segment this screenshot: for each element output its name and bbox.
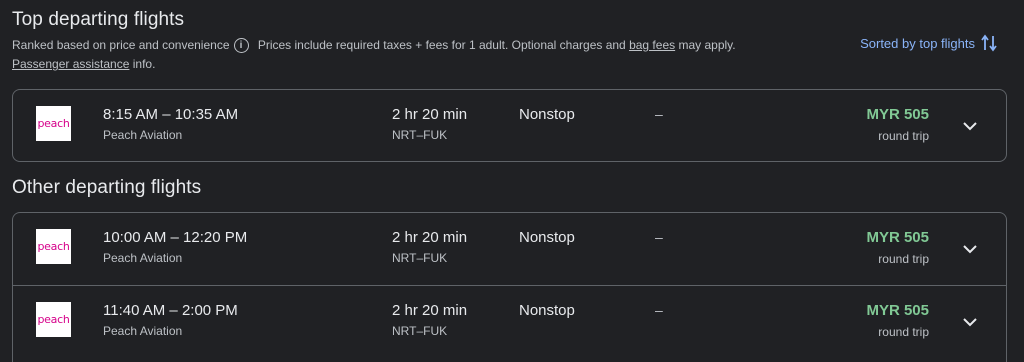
ranked-text: Ranked based on price and convenience [12,38,230,52]
emissions-value: – [655,229,663,245]
emissions-value: – [655,106,663,122]
flight-route: NRT–FUK [392,251,448,265]
sort-arrows-icon [981,34,997,52]
ranking-note: Ranked based on price and convenience i P… [12,38,736,54]
flight-stops: Nonstop [519,106,575,123]
chevron-down-icon[interactable] [958,114,982,138]
flight-duration: 2 hr 20 min [392,106,468,123]
flight-route: NRT–FUK [392,128,448,142]
flight-price: MYR 505 [866,106,929,123]
flight-time: 10:00 AM – 12:20 PM [103,229,248,246]
sort-button[interactable]: Sorted by top flights [860,34,997,52]
other-flights-title: Other departing flights [12,177,202,198]
trip-type: round trip [878,325,929,339]
passenger-assistance-line: Passenger assistance info. [12,57,155,71]
info-suffix: info. [132,57,156,71]
flight-duration: 2 hr 20 min [392,302,468,319]
top-flights-title: Top departing flights [12,9,185,30]
flight-price: MYR 505 [866,302,929,319]
flight-price: MYR 505 [866,229,929,246]
peach-aviation-logo: peach [36,302,71,337]
prices-text: Prices include required taxes + fees for… [257,38,626,52]
may-apply-text: may apply. [678,38,736,52]
other-flights-card: peach 10:00 AM – 12:20 PM Peach Aviation… [12,212,1007,362]
flight-route: NRT–FUK [392,324,448,338]
flight-stops: Nonstop [519,302,575,319]
flight-time: 11:40 AM – 2:00 PM [103,302,238,319]
airline-name: Peach Aviation [103,251,183,265]
trip-type: round trip [878,252,929,266]
peach-aviation-logo: peach [36,229,71,264]
airline-name: Peach Aviation [103,324,183,338]
flight-row[interactable]: peach 10:00 AM – 12:20 PM Peach Aviation… [13,213,1006,285]
chevron-down-icon[interactable] [958,310,982,334]
trip-type: round trip [878,129,929,143]
flight-row[interactable]: peach 11:40 AM – 2:00 PM Peach Aviation … [13,286,1006,358]
top-flights-card: peach 8:15 AM – 10:35 AM Peach Aviation … [12,89,1007,162]
chevron-down-icon[interactable] [958,237,982,261]
bag-fees-link[interactable]: bag fees [629,38,675,52]
emissions-value: – [655,302,663,318]
passenger-assistance-link[interactable]: Passenger assistance [12,57,129,71]
flight-time: 8:15 AM – 10:35 AM [103,106,239,123]
info-icon[interactable]: i [233,38,249,54]
airline-name: Peach Aviation [103,128,183,142]
flight-row[interactable]: peach 8:15 AM – 10:35 AM Peach Aviation … [13,90,1006,162]
sort-label: Sorted by top flights [860,35,975,51]
peach-aviation-logo: peach [36,106,71,141]
flight-stops: Nonstop [519,229,575,246]
flight-duration: 2 hr 20 min [392,229,468,246]
